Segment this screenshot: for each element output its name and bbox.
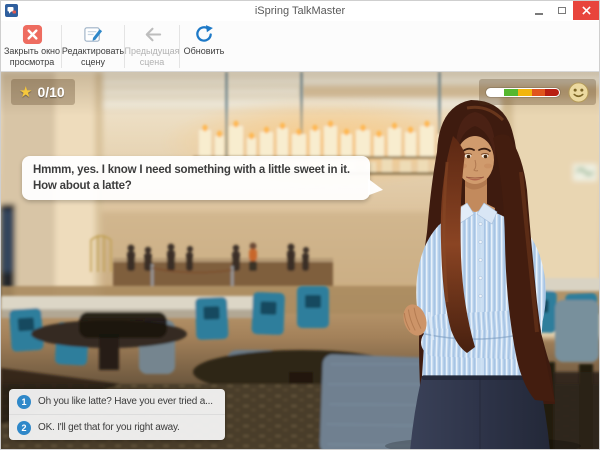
mood-panel xyxy=(479,79,596,105)
minimize-icon xyxy=(535,13,543,15)
mood-meter xyxy=(486,88,560,97)
answer-text: Oh you like latte? Have you ever tried a… xyxy=(38,396,213,407)
edit-scene-icon xyxy=(83,24,104,45)
speech-bubble-tail xyxy=(368,178,383,196)
titlebar: iSpring TalkMaster xyxy=(1,1,599,21)
score-badge: ★ 0/10 xyxy=(11,79,75,105)
speech-text: Hmmm, yes. I know I need something with … xyxy=(33,164,350,192)
toolbar-button-edit-scene[interactable]: Редактировать сцену xyxy=(62,21,124,71)
maximize-icon xyxy=(558,7,566,14)
close-button[interactable] xyxy=(573,1,599,20)
toolbar-button-label: Закрыть окно просмотра xyxy=(3,46,61,67)
arrow-left-icon xyxy=(142,24,163,45)
toolbar-button-close-preview[interactable]: Закрыть окно просмотра xyxy=(3,21,61,71)
window-controls xyxy=(527,1,599,20)
meter-empty-segment xyxy=(487,89,504,96)
maximize-button[interactable] xyxy=(550,1,573,20)
smiley-icon xyxy=(568,82,589,103)
meter-yellow-segment xyxy=(518,89,532,96)
meter-orange-segment xyxy=(532,89,546,96)
window-title: iSpring TalkMaster xyxy=(1,1,599,21)
answer-text: OK. I'll get that for you right away. xyxy=(38,422,180,433)
toolbar-button-label: Редактировать сцену xyxy=(62,46,124,67)
answer-number-badge: 1 xyxy=(17,395,31,409)
toolbar-button-label: Обновить xyxy=(184,46,225,57)
meter-green-segment xyxy=(504,89,518,96)
scene: ★ 0/10 Hmmm, yes. I know I need somethin… xyxy=(1,72,600,450)
close-icon xyxy=(582,6,591,15)
score-value: 0/10 xyxy=(37,84,64,100)
refresh-icon xyxy=(194,24,215,45)
toolbar-button-label: Предыдущая сцена xyxy=(124,46,179,67)
close-window-icon xyxy=(22,24,43,45)
answer-number-badge: 2 xyxy=(17,421,31,435)
speech-bubble: Hmmm, yes. I know I need something with … xyxy=(22,156,370,200)
answer-option-2[interactable]: 2 OK. I'll get that for you right away. xyxy=(9,414,225,440)
app-window: iSpring TalkMaster Закрыть окно просмотр… xyxy=(0,0,600,450)
toolbar-button-refresh[interactable]: Обновить xyxy=(180,21,228,71)
toolbar: Закрыть окно просмотра Редактировать сце… xyxy=(1,21,599,72)
answer-list: 1 Oh you like latte? Have you ever tried… xyxy=(9,389,225,440)
star-icon: ★ xyxy=(19,85,32,100)
toolbar-button-previous-scene[interactable]: Предыдущая сцена xyxy=(125,21,179,71)
meter-red-segment xyxy=(545,89,559,96)
minimize-button[interactable] xyxy=(527,1,550,20)
answer-option-1[interactable]: 1 Oh you like latte? Have you ever tried… xyxy=(9,389,225,414)
